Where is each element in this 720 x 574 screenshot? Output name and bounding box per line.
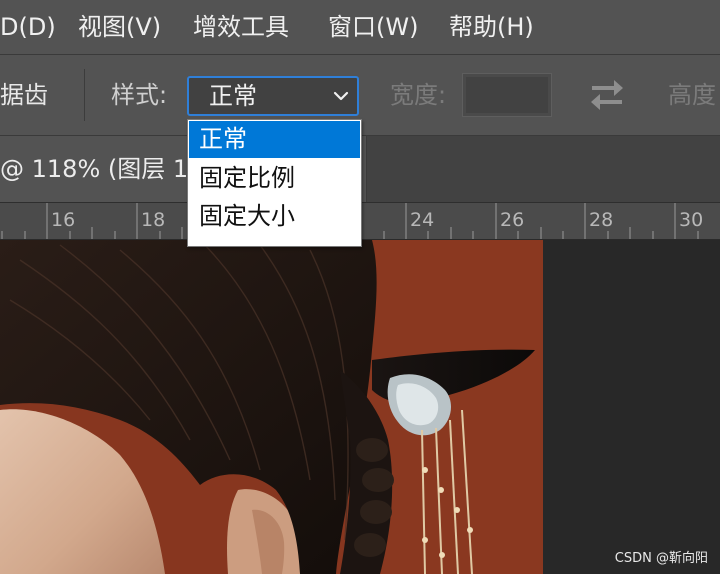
ruler-label: 24 [410, 209, 435, 231]
canvas-area[interactable]: CSDN @靳向阳 [0, 240, 720, 574]
swap-arrows-icon[interactable] [588, 77, 626, 113]
photo-canvas [0, 240, 543, 574]
watermark-text: CSDN @靳向阳 [614, 551, 708, 566]
style-dropdown-list: 正常 固定比例 固定大小 [187, 119, 362, 247]
width-label: 宽度: [390, 81, 447, 109]
photo-image [0, 240, 543, 574]
menu-bar: D(D) 视图(V) 增效工具 窗口(W) 帮助(H) [0, 0, 720, 55]
dropdown-option-fixed-ratio[interactable]: 固定比例 [189, 160, 360, 197]
anti-alias-label[interactable]: 据齿 [0, 55, 48, 135]
menu-item-edit[interactable]: D(D) [0, 0, 56, 54]
ruler-label: 18 [141, 209, 166, 231]
width-input[interactable] [462, 73, 552, 117]
height-label: 高度 [668, 81, 716, 109]
dropdown-option-normal[interactable]: 正常 [189, 121, 360, 158]
chevron-down-icon [333, 91, 349, 101]
style-select[interactable]: 正常 [187, 76, 359, 116]
menu-item-view[interactable]: 视图(V) [78, 0, 161, 54]
document-tab-title: @ 118% (图层 1, [0, 155, 196, 183]
options-separator [84, 69, 85, 121]
ruler-label: 30 [679, 209, 704, 231]
style-select-value: 正常 [209, 82, 257, 110]
ruler-label: 26 [500, 209, 525, 231]
menu-item-plugins[interactable]: 增效工具 [193, 0, 289, 54]
width-input-field [466, 77, 548, 113]
dropdown-option-fixed-size[interactable]: 固定大小 [189, 198, 360, 235]
menu-item-help[interactable]: 帮助(H) [449, 0, 534, 54]
menu-item-window[interactable]: 窗口(W) [328, 0, 418, 54]
ruler-label: 28 [589, 209, 614, 231]
ruler-label: 16 [51, 209, 76, 231]
photoshop-window: D(D) 视图(V) 增效工具 窗口(W) 帮助(H) 据齿 样式: 正常 宽度… [0, 0, 720, 574]
style-label: 样式: [111, 81, 168, 109]
